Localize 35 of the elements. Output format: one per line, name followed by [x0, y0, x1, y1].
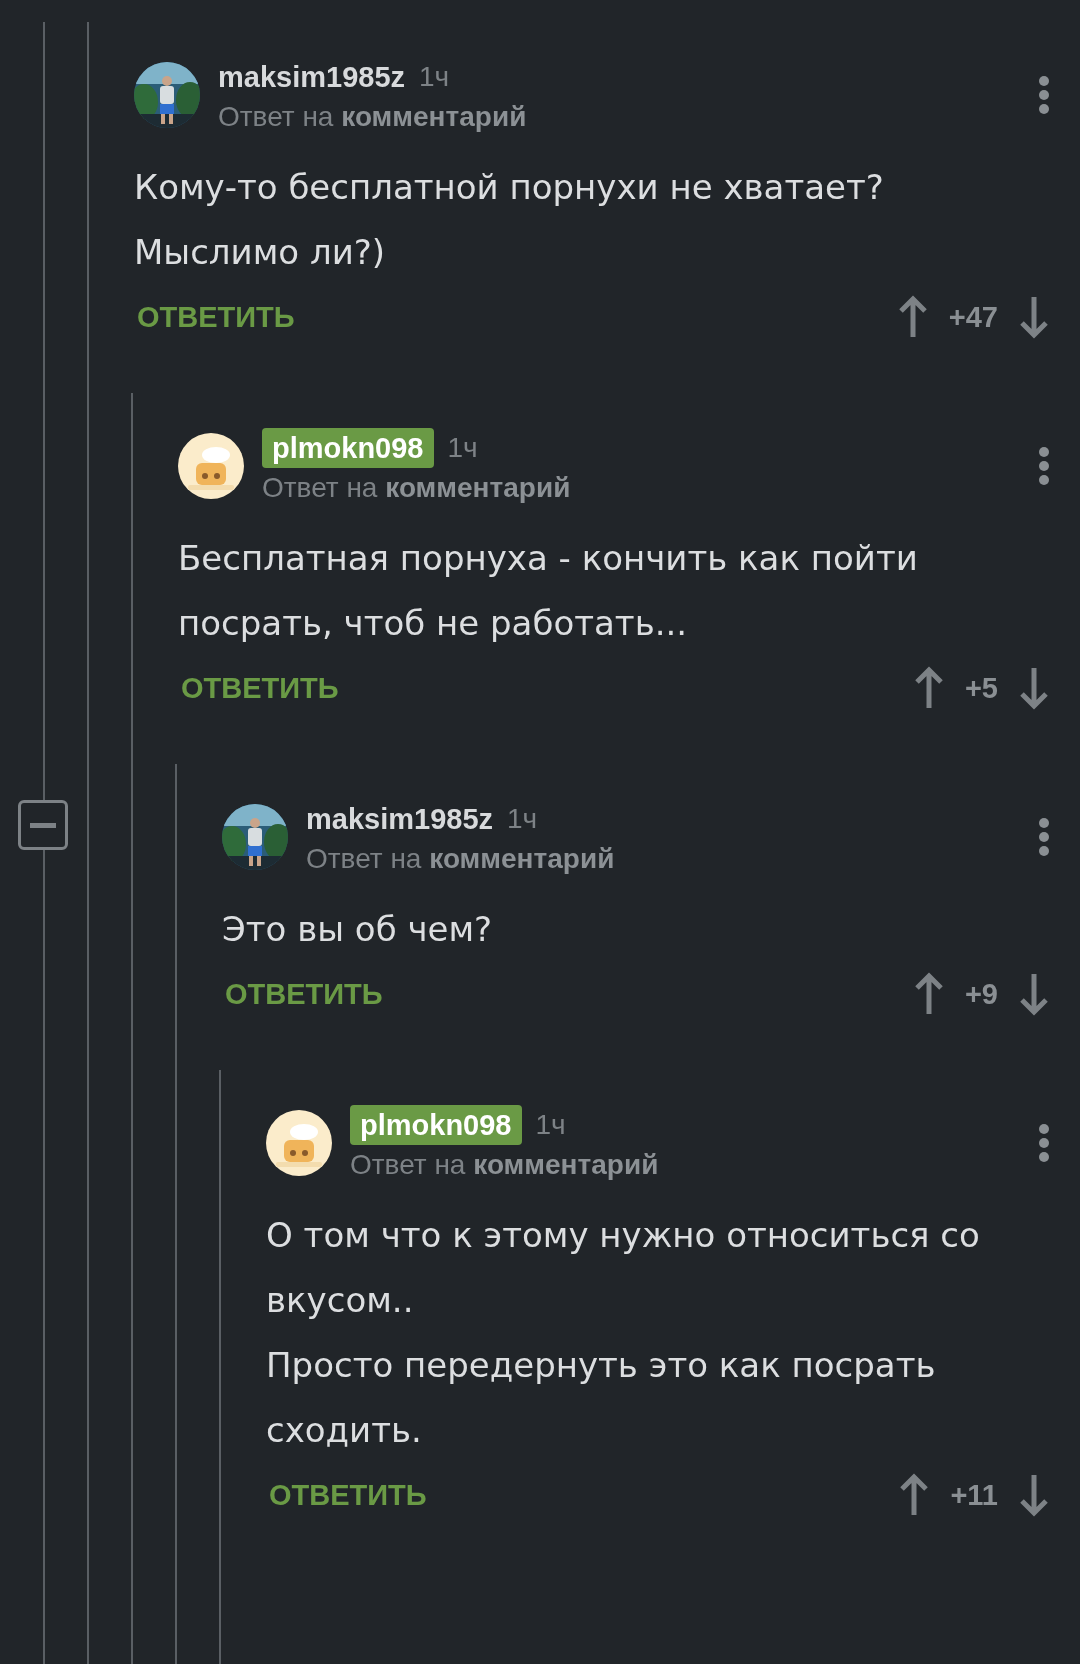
reply-link[interactable]: ОТВЕТИТЬ	[266, 1478, 427, 1512]
reply-to-link[interactable]: Ответ на комментарий	[262, 472, 1020, 504]
reply-link[interactable]: ОТВЕТИТЬ	[134, 300, 295, 334]
downvote-icon[interactable]	[1018, 1473, 1050, 1517]
author-name[interactable]: plmokn098	[350, 1105, 522, 1145]
chef-hat-toast-avatar	[266, 1110, 332, 1176]
more-options-icon[interactable]	[1038, 446, 1050, 486]
author-name[interactable]: maksim1985z	[218, 57, 406, 97]
comment-text: Кому-то бесплатной порнухи не хватает? Мыслимо ли?)	[134, 166, 885, 274]
downvote-icon[interactable]	[1018, 666, 1050, 710]
comment-score: +5	[964, 671, 998, 705]
more-options-icon[interactable]	[1038, 817, 1050, 857]
reply-to-link[interactable]: Ответ на комментарий	[350, 1149, 1020, 1181]
downvote-icon[interactable]	[1018, 972, 1050, 1016]
more-options-icon[interactable]	[1038, 75, 1050, 115]
reply-to-link[interactable]: Ответ на комментарий	[306, 843, 1020, 875]
comment-text: Бесплатная порнуха - кончить как пойти посрать, чтоб не работать...	[178, 537, 919, 645]
comment-score: +9	[964, 977, 998, 1011]
reply-to-link[interactable]: Ответ на комментарий	[218, 101, 1020, 133]
comment-time: 1ч	[447, 432, 478, 464]
downvote-icon[interactable]	[1018, 295, 1050, 339]
comment-time: 1ч	[419, 61, 450, 93]
reply-link[interactable]: ОТВЕТИТЬ	[222, 977, 383, 1011]
comment-text: О том что к этому нужно относиться со вкусом.. Просто передернуть это как посрать сходить.	[266, 1214, 981, 1452]
comment-text: Это вы об чем?	[222, 908, 494, 951]
comment-score: +11	[950, 1478, 998, 1512]
author-name[interactable]: plmokn098	[262, 428, 434, 468]
collapse-button[interactable]	[18, 800, 68, 850]
comment-time: 1ч	[507, 803, 538, 835]
reply-link[interactable]: ОТВЕТИТЬ	[178, 671, 339, 705]
author-name[interactable]: maksim1985z	[306, 799, 494, 839]
comment-score: +47	[948, 300, 998, 334]
chef-hat-toast-avatar	[178, 433, 244, 499]
more-options-icon[interactable]	[1038, 1123, 1050, 1163]
comment-time: 1ч	[535, 1109, 566, 1141]
